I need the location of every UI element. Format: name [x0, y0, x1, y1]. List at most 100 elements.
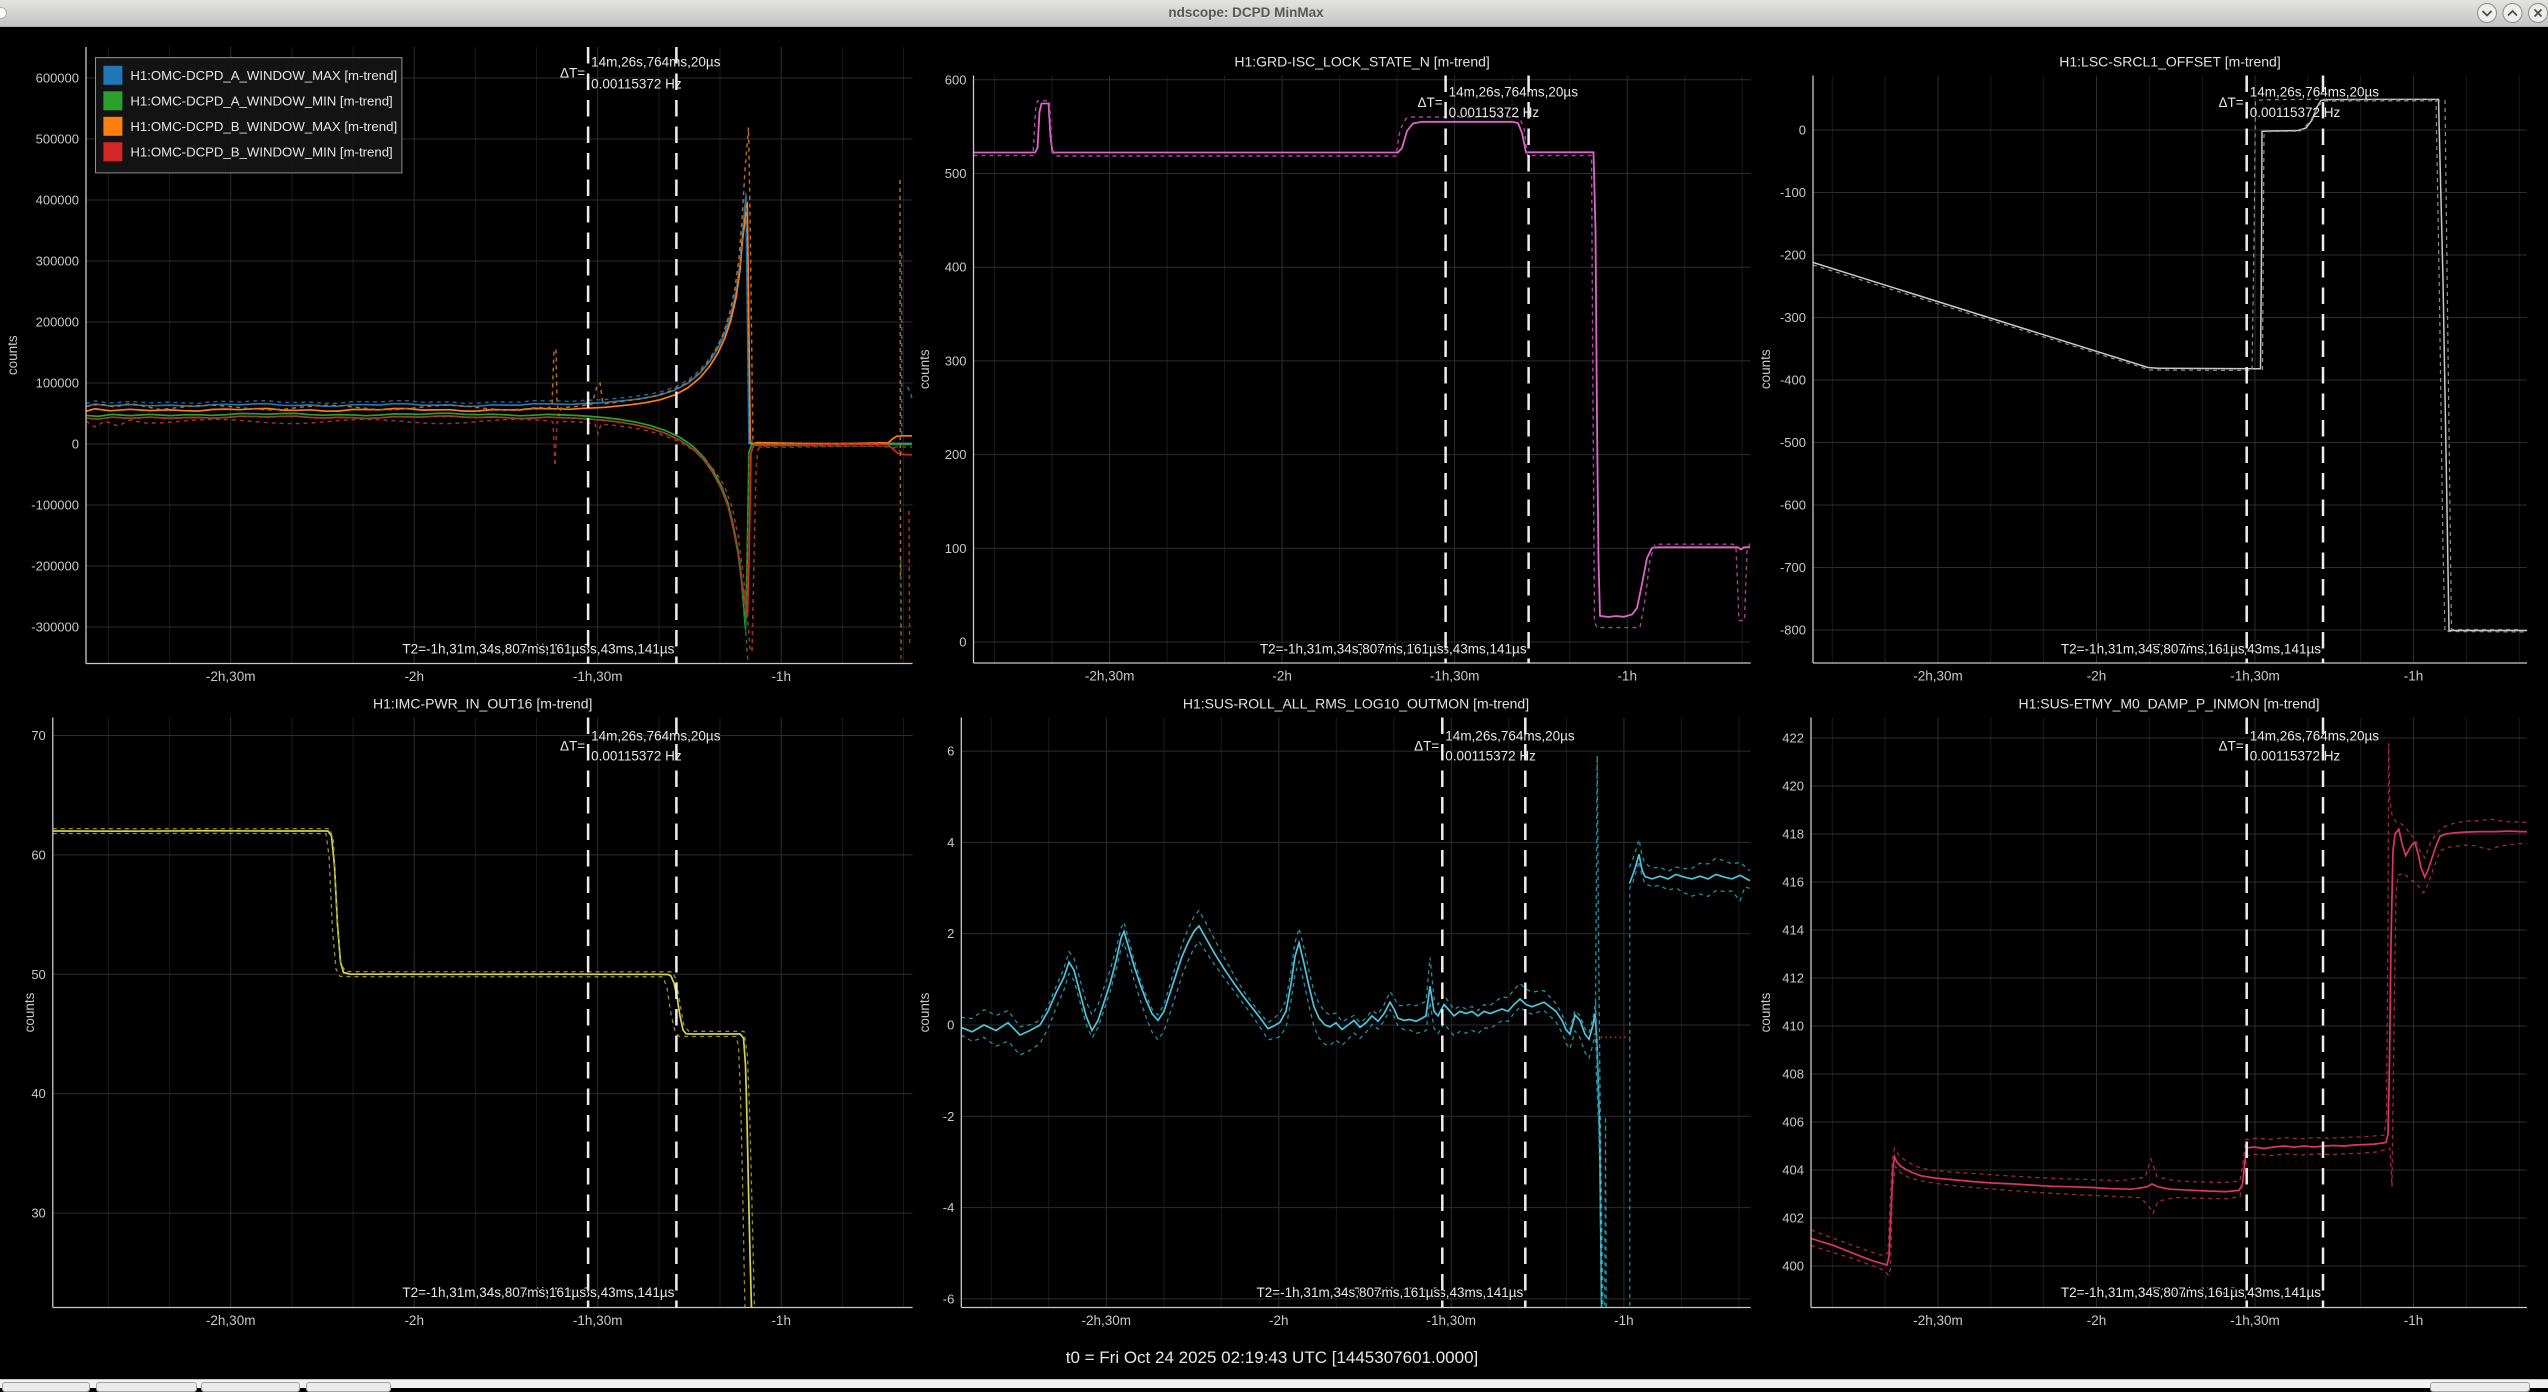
svg-text:0.00115372 Hz: 0.00115372 Hz [2250, 105, 2341, 120]
svg-text:T2=-1h,31m,34s,807ms,161µs: T2=-1h,31m,34s,807ms,161µs [2061, 1285, 2245, 1300]
svg-text:400: 400 [1782, 1259, 1804, 1274]
svg-text:H1:OMC-DCPD_A_WINDOW_MIN [m-tr: H1:OMC-DCPD_A_WINDOW_MIN [m-trend] [130, 94, 392, 109]
svg-text:40: 40 [31, 1086, 45, 1101]
svg-text:4: 4 [947, 835, 954, 850]
svg-text:414: 414 [1782, 923, 1804, 938]
svg-text:-200: -200 [1780, 248, 1806, 263]
svg-text:ΔT=: ΔT= [2219, 95, 2244, 110]
svg-text:600000: 600000 [36, 71, 79, 86]
svg-text:H1:OMC-DCPD_B_WINDOW_MAX [m-tr: H1:OMC-DCPD_B_WINDOW_MAX [m-trend] [130, 119, 397, 134]
svg-text:300: 300 [945, 353, 967, 368]
svg-text:100: 100 [945, 541, 967, 556]
svg-text:-2h,30m: -2h,30m [1082, 1313, 1132, 1328]
svg-text:ΔT=: ΔT= [1417, 95, 1442, 110]
svg-text:-500: -500 [1780, 435, 1806, 450]
svg-text:-2h: -2h [2087, 669, 2107, 684]
svg-text:-4: -4 [943, 1200, 955, 1215]
svg-text:14m,26s,764ms,20µs: 14m,26s,764ms,20µs [591, 729, 721, 744]
svg-text:70: 70 [31, 728, 45, 743]
svg-text:H1:SUS-ETMY_M0_DAMP_P_INMON [m: H1:SUS-ETMY_M0_DAMP_P_INMON [m-trend] [2018, 696, 2319, 712]
svg-text:14m,26s,764ms,20µs: 14m,26s,764ms,20µs [2250, 85, 2380, 100]
svg-text:ΔT=: ΔT= [560, 66, 585, 81]
svg-text:422: 422 [1782, 731, 1804, 746]
svg-text:2: 2 [947, 926, 954, 941]
svg-text:H1:IMC-PWR_IN_OUT16 [m-trend]: H1:IMC-PWR_IN_OUT16 [m-trend] [373, 696, 592, 712]
svg-text:500: 500 [945, 166, 967, 181]
svg-text:-2h: -2h [1269, 1313, 1289, 1328]
svg-text:ΔT=: ΔT= [1414, 739, 1439, 754]
svg-text:counts: counts [917, 992, 932, 1032]
svg-text:T2=-1h,31m,34s,807ms,161µs: T2=-1h,31m,34s,807ms,161µs [1260, 642, 1444, 657]
svg-text:H1:GRD-ISC_LOCK_STATE_N [m-tre: H1:GRD-ISC_LOCK_STATE_N [m-trend] [1234, 54, 1489, 70]
svg-text:-2h,30m: -2h,30m [206, 1313, 256, 1328]
svg-text:T2=-1h,31m,34s,807ms,161µs: T2=-1h,31m,34s,807ms,161µs [402, 642, 586, 657]
svg-text:416: 416 [1782, 875, 1804, 890]
svg-text:-200000: -200000 [31, 559, 79, 574]
svg-text:-2h: -2h [404, 1313, 424, 1328]
svg-text:50: 50 [31, 967, 45, 982]
svg-text:-1h: -1h [2404, 669, 2424, 684]
svg-text:-1h,30m: -1h,30m [1427, 1313, 1477, 1328]
svg-text:406: 406 [1782, 1115, 1804, 1130]
svg-text:-2h: -2h [2087, 1313, 2107, 1328]
svg-text:0.00115372 Hz: 0.00115372 Hz [591, 77, 682, 92]
svg-text:-1h,30m: -1h,30m [573, 669, 623, 684]
svg-text:-100000: -100000 [31, 498, 79, 513]
svg-text:-1h,30m: -1h,30m [573, 1313, 623, 1328]
svg-text:counts: counts [917, 349, 932, 389]
svg-text:-100: -100 [1780, 185, 1806, 200]
svg-text:60: 60 [31, 847, 45, 862]
svg-text:200: 200 [945, 447, 967, 462]
svg-text:420: 420 [1782, 779, 1804, 794]
svg-text:ΔT=: ΔT= [2219, 739, 2244, 754]
svg-text:400000: 400000 [36, 193, 79, 208]
svg-text:0.00115372 Hz: 0.00115372 Hz [2250, 749, 2341, 764]
svg-text:0.00115372 Hz: 0.00115372 Hz [591, 749, 682, 764]
svg-text:t0 = Fri Oct 24 2025 02:19:43: t0 = Fri Oct 24 2025 02:19:43 UTC [14453… [1066, 1348, 1479, 1367]
svg-text:-800: -800 [1780, 623, 1806, 638]
svg-text:-1h: -1h [771, 669, 791, 684]
svg-text:200000: 200000 [36, 315, 79, 330]
svg-text:402: 402 [1782, 1211, 1804, 1226]
svg-text:300000: 300000 [36, 254, 79, 269]
svg-text:-1h: -1h [1617, 669, 1637, 684]
svg-text:T2=-1h,31m,34s,807ms,161µs: T2=-1h,31m,34s,807ms,161µs [402, 1285, 586, 1300]
svg-text:0.00115372 Hz: 0.00115372 Hz [1449, 105, 1540, 120]
svg-text:0.00115372 Hz: 0.00115372 Hz [1445, 749, 1536, 764]
svg-text:-1h: -1h [1614, 1313, 1634, 1328]
svg-text:14m,26s,764ms,20µs: 14m,26s,764ms,20µs [1445, 729, 1575, 744]
svg-text:412: 412 [1782, 971, 1804, 986]
svg-text:14m,26s,764ms,20µs: 14m,26s,764ms,20µs [2250, 729, 2380, 744]
svg-text:-2h,30m: -2h,30m [1913, 1313, 1963, 1328]
svg-text:counts: counts [22, 992, 37, 1032]
svg-text:counts: counts [1758, 992, 1773, 1032]
svg-text:-2h: -2h [1272, 669, 1292, 684]
svg-text:-1h: -1h [771, 1313, 791, 1328]
svg-text:-600: -600 [1780, 498, 1806, 513]
svg-text:-300000: -300000 [31, 620, 79, 635]
svg-text:-2h: -2h [404, 669, 424, 684]
svg-text:100000: 100000 [36, 376, 79, 391]
svg-text:0: 0 [1799, 123, 1806, 138]
svg-text:600: 600 [945, 72, 967, 87]
svg-text:-400: -400 [1780, 373, 1806, 388]
svg-text:-2h,30m: -2h,30m [206, 669, 256, 684]
svg-text:ΔT=: ΔT= [560, 739, 585, 754]
svg-text:H1:OMC-DCPD_A_WINDOW_MAX [m-tr: H1:OMC-DCPD_A_WINDOW_MAX [m-trend] [130, 68, 397, 83]
svg-text:0: 0 [947, 1018, 954, 1033]
svg-text:418: 418 [1782, 827, 1804, 842]
svg-text:400: 400 [945, 260, 967, 275]
svg-text:0: 0 [959, 635, 966, 650]
svg-text:T2=-1h,31m,34s,807ms,161µs: T2=-1h,31m,34s,807ms,161µs [2061, 642, 2245, 657]
svg-text:0: 0 [72, 437, 79, 452]
svg-text:-300: -300 [1780, 310, 1806, 325]
svg-text:-6: -6 [943, 1291, 955, 1306]
svg-text:T2=-1h,31m,34s,807ms,161µs: T2=-1h,31m,34s,807ms,161µs [1257, 1285, 1441, 1300]
svg-text:-1h: -1h [2404, 1313, 2424, 1328]
svg-text:counts: counts [5, 335, 20, 375]
svg-text:H1:OMC-DCPD_B_WINDOW_MIN [m-tr: H1:OMC-DCPD_B_WINDOW_MIN [m-trend] [130, 145, 392, 160]
svg-text:14m,26s,764ms,20µs: 14m,26s,764ms,20µs [591, 55, 721, 70]
svg-text:-2: -2 [943, 1109, 955, 1124]
svg-text:-1h,30m: -1h,30m [2230, 1313, 2280, 1328]
svg-text:30: 30 [31, 1206, 45, 1221]
